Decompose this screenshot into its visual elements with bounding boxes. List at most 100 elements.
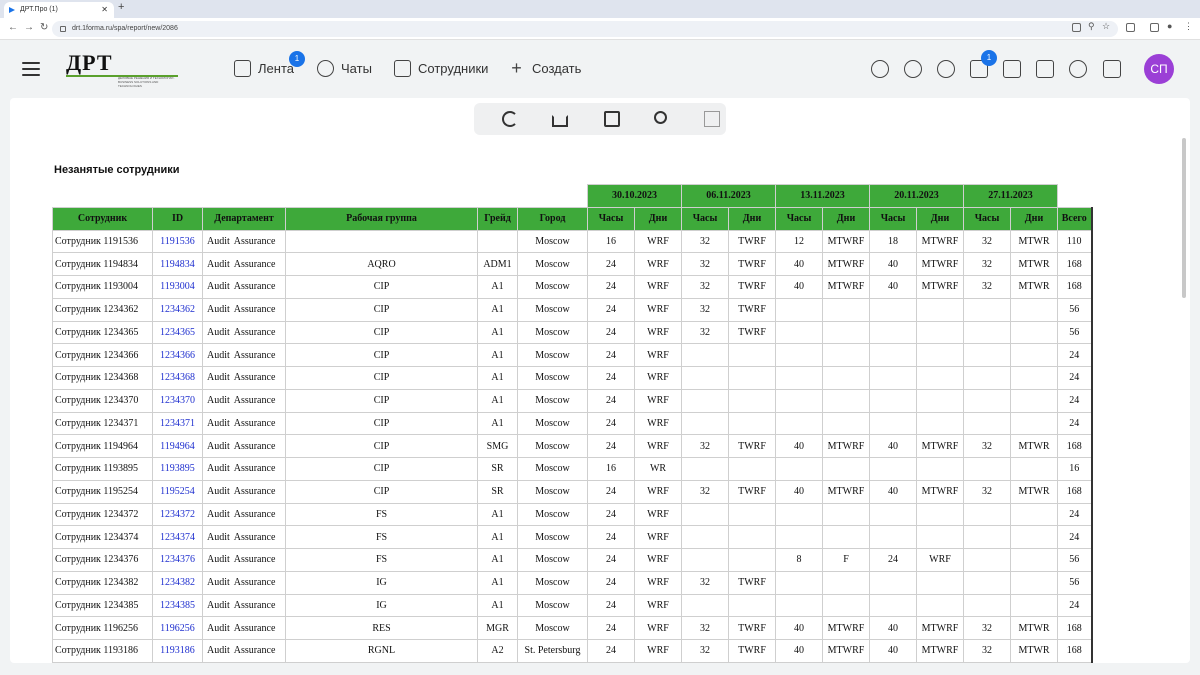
employee-id-link[interactable]: 1234376 [152, 548, 203, 572]
employee-id-link[interactable]: 1234372 [152, 502, 203, 527]
employee-id-link[interactable]: 1234370 [152, 388, 203, 413]
hours-cell [869, 502, 917, 527]
hours-cell [775, 593, 823, 618]
col-city[interactable]: Город [517, 206, 588, 231]
nav-chats[interactable]: Чаты [317, 59, 372, 79]
nav-employees[interactable]: Сотрудники [394, 59, 488, 79]
employee-id-link[interactable]: 1195254 [152, 479, 203, 504]
days-cell [1010, 570, 1058, 595]
workgroup-cell: IG [285, 593, 478, 618]
employee-id-link[interactable]: 1196256 [152, 616, 203, 640]
image-icon[interactable] [702, 109, 722, 129]
browser-tab[interactable]: ДРТ.Про (1) ✕ [4, 2, 114, 18]
tasks-icon[interactable] [1003, 60, 1021, 78]
favorites-icon[interactable] [937, 60, 955, 78]
col-grade[interactable]: Грейд [477, 206, 518, 231]
department-cell: Audit Assurance [202, 548, 286, 572]
zoom-icon[interactable]: ⚲ [1088, 21, 1095, 32]
messages-icon[interactable] [904, 60, 922, 78]
week-header: 20.11.2023 [869, 184, 964, 208]
logo[interactable]: ДРТ ДЕЛОВЫЕ РЕШЕНИЯ И ТЕХНОЛОГИИ · BUSIN… [66, 52, 186, 88]
close-tab-icon[interactable]: ✕ [101, 2, 108, 18]
url-field[interactable]: drt.1forma.ru/spa/report/new/2086 [52, 21, 1118, 37]
extensions-icon[interactable] [1126, 23, 1135, 32]
days-cell: WRF [634, 252, 682, 276]
bookmark-star-icon[interactable]: ☆ [1102, 21, 1110, 32]
col-days[interactable]: Дни [634, 206, 682, 231]
nav-feed[interactable]: Лента 1 [234, 51, 305, 79]
refresh-icon[interactable] [500, 109, 520, 129]
print-icon[interactable] [602, 109, 622, 129]
col-employee[interactable]: Сотрудник [52, 206, 153, 231]
col-days[interactable]: Дни [822, 206, 870, 231]
employee-id-link[interactable]: 1234365 [152, 320, 203, 345]
employee-id-link[interactable]: 1193004 [152, 275, 203, 299]
city-cell: Moscow [517, 297, 588, 322]
col-id[interactable]: ID [152, 206, 203, 231]
help-icon[interactable] [1069, 60, 1087, 78]
department-cell: Audit Assurance [202, 639, 286, 663]
col-days[interactable]: Дни [916, 206, 964, 231]
site-info-icon[interactable] [60, 26, 66, 32]
col-total[interactable]: Всего [1057, 206, 1093, 231]
hours-cell: 32 [681, 320, 729, 345]
zoom-in-icon[interactable] [652, 109, 672, 129]
forward-icon[interactable]: → [24, 22, 34, 33]
employee-id-link[interactable]: 1234385 [152, 593, 203, 618]
hamburger-menu-icon[interactable] [22, 62, 40, 80]
col-hours[interactable]: Часы [869, 206, 917, 231]
employee-id-link[interactable]: 1194964 [152, 434, 203, 458]
grade-cell: A1 [477, 502, 518, 527]
workgroup-cell: CIP [285, 366, 478, 390]
department-cell: Audit Assurance [202, 616, 286, 640]
employee-id-link[interactable]: 1234382 [152, 570, 203, 595]
city-cell: Moscow [517, 593, 588, 618]
avatar[interactable]: СП [1144, 54, 1174, 84]
hours-cell [963, 457, 1011, 481]
employee-id-link[interactable]: 1193895 [152, 457, 203, 481]
employee-id-link[interactable]: 1234371 [152, 411, 203, 436]
install-icon[interactable] [1072, 23, 1081, 32]
workgroup-cell: CIP [285, 457, 478, 481]
hours-cell: 32 [963, 275, 1011, 299]
days-cell [916, 388, 964, 413]
days-cell [728, 457, 776, 481]
department-cell: Audit Assurance [202, 275, 286, 299]
scrollbar[interactable] [1182, 138, 1186, 298]
employee-id-link[interactable]: 1234366 [152, 343, 203, 367]
calendar-icon[interactable] [1103, 60, 1121, 78]
days-cell [728, 593, 776, 618]
hours-cell [963, 343, 1011, 367]
nav-create[interactable]: + Создать [508, 59, 581, 79]
col-department[interactable]: Департамент [202, 206, 286, 231]
employee-id-link[interactable]: 1234362 [152, 297, 203, 322]
col-hours[interactable]: Часы [681, 206, 729, 231]
employee-id-link[interactable]: 1194834 [152, 252, 203, 276]
col-days[interactable]: Дни [1010, 206, 1058, 231]
employee-id-link[interactable]: 1234368 [152, 366, 203, 390]
col-hours[interactable]: Часы [587, 206, 635, 231]
new-tab-icon[interactable]: + [118, 1, 124, 13]
menu-dots-icon[interactable]: ⋮ [1184, 21, 1193, 32]
days-cell [728, 525, 776, 549]
reload-icon[interactable]: ↻ [40, 22, 48, 33]
col-workgroup[interactable]: Рабочая группа [285, 206, 478, 231]
sidepanel-icon[interactable] [1150, 23, 1159, 32]
employee-id-link[interactable]: 1191536 [152, 229, 203, 254]
column-header-row: Сотрудник ID Департамент Рабочая группа … [52, 206, 1093, 231]
back-icon[interactable]: ← [8, 22, 18, 33]
hours-cell [681, 411, 729, 436]
hours-cell: 8 [775, 548, 823, 572]
col-hours[interactable]: Часы [775, 206, 823, 231]
col-hours[interactable]: Часы [963, 206, 1011, 231]
col-days[interactable]: Дни [728, 206, 776, 231]
employee-id-link[interactable]: 1234374 [152, 525, 203, 549]
download-icon[interactable] [550, 109, 570, 129]
workgroup-cell: CIP [285, 411, 478, 436]
search-icon[interactable] [871, 60, 889, 78]
employee-id-link[interactable]: 1193186 [152, 639, 203, 663]
city-cell: Moscow [517, 320, 588, 345]
profile-icon[interactable]: ● [1167, 21, 1172, 31]
contacts-icon[interactable] [1036, 60, 1054, 78]
total-cell: 56 [1057, 297, 1093, 322]
